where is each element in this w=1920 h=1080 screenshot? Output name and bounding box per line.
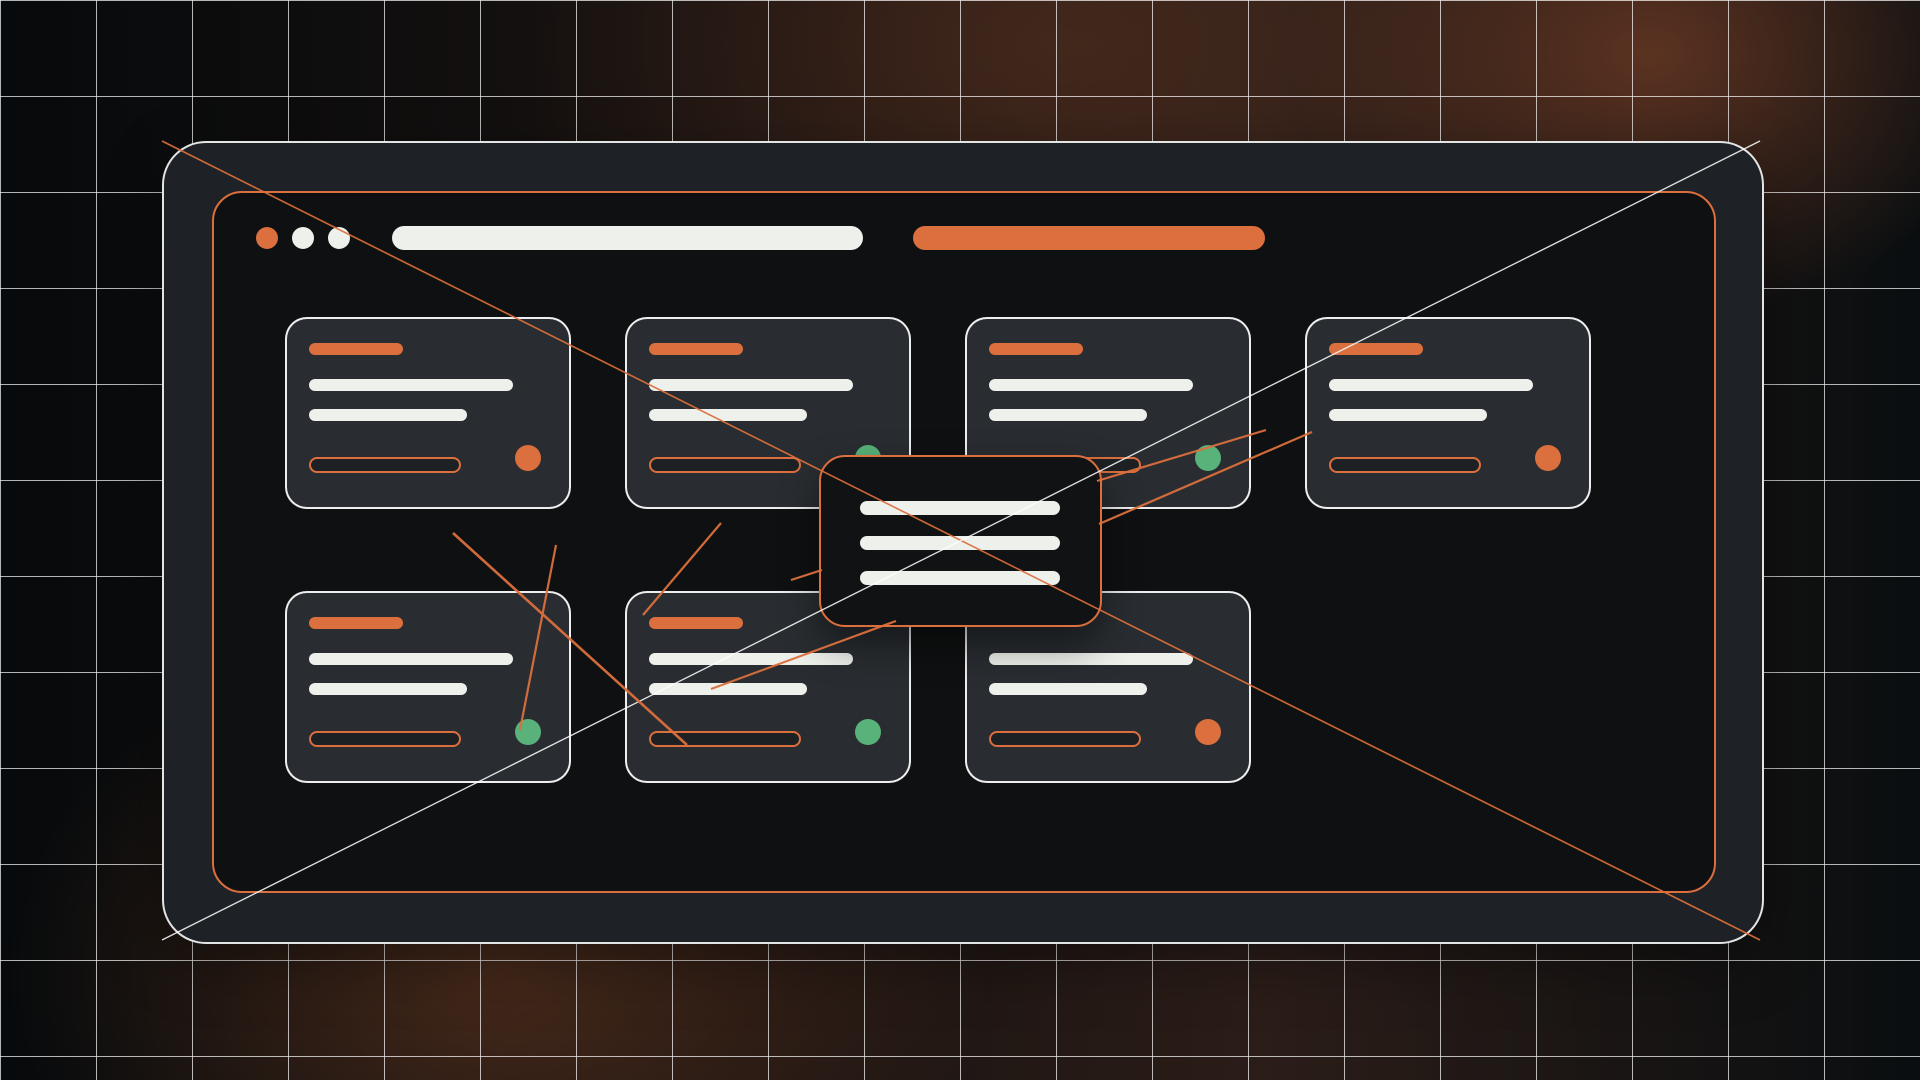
card-title-line <box>309 617 403 629</box>
card-text-line <box>1329 409 1487 421</box>
card-5[interactable] <box>285 591 571 783</box>
modal-line <box>860 501 1060 515</box>
card-text-line <box>649 409 807 421</box>
card-text-line <box>989 409 1147 421</box>
card-footer-pill <box>309 457 461 473</box>
card-text-line <box>649 653 853 665</box>
status-dot-icon <box>1195 719 1221 745</box>
modal-line <box>860 536 1060 550</box>
card-title-line <box>649 617 743 629</box>
status-dot-icon <box>1195 445 1221 471</box>
card-text-line <box>309 653 513 665</box>
card-text-line <box>309 379 513 391</box>
status-dot-icon <box>515 445 541 471</box>
window-dot-1-icon[interactable] <box>256 227 278 249</box>
status-dot-icon <box>855 719 881 745</box>
modal-line <box>860 571 1060 585</box>
illustration <box>0 0 1920 1080</box>
window-dot-3-icon[interactable] <box>328 227 350 249</box>
floating-modal[interactable] <box>819 455 1102 627</box>
window-dot-2-icon[interactable] <box>292 227 314 249</box>
card-text-line <box>1329 379 1533 391</box>
card-text-line <box>989 653 1193 665</box>
card-text-line <box>649 379 853 391</box>
card-text-line <box>309 683 467 695</box>
card-footer-pill <box>649 731 801 747</box>
card-title-line <box>989 343 1083 355</box>
card-title-line <box>1329 343 1423 355</box>
card-title-line <box>309 343 403 355</box>
card-title-line <box>649 343 743 355</box>
address-bar[interactable] <box>392 226 863 250</box>
card-text-line <box>989 683 1147 695</box>
card-text-line <box>989 379 1193 391</box>
card-footer-pill <box>1329 457 1481 473</box>
card-footer-pill <box>989 731 1141 747</box>
card-1[interactable] <box>285 317 571 509</box>
status-dot-icon <box>1535 445 1561 471</box>
card-footer-pill <box>649 457 801 473</box>
primary-action-bar[interactable] <box>913 226 1265 250</box>
status-dot-icon <box>515 719 541 745</box>
card-text-line <box>649 683 807 695</box>
card-text-line <box>309 409 467 421</box>
card-footer-pill <box>309 731 461 747</box>
card-4[interactable] <box>1305 317 1591 509</box>
